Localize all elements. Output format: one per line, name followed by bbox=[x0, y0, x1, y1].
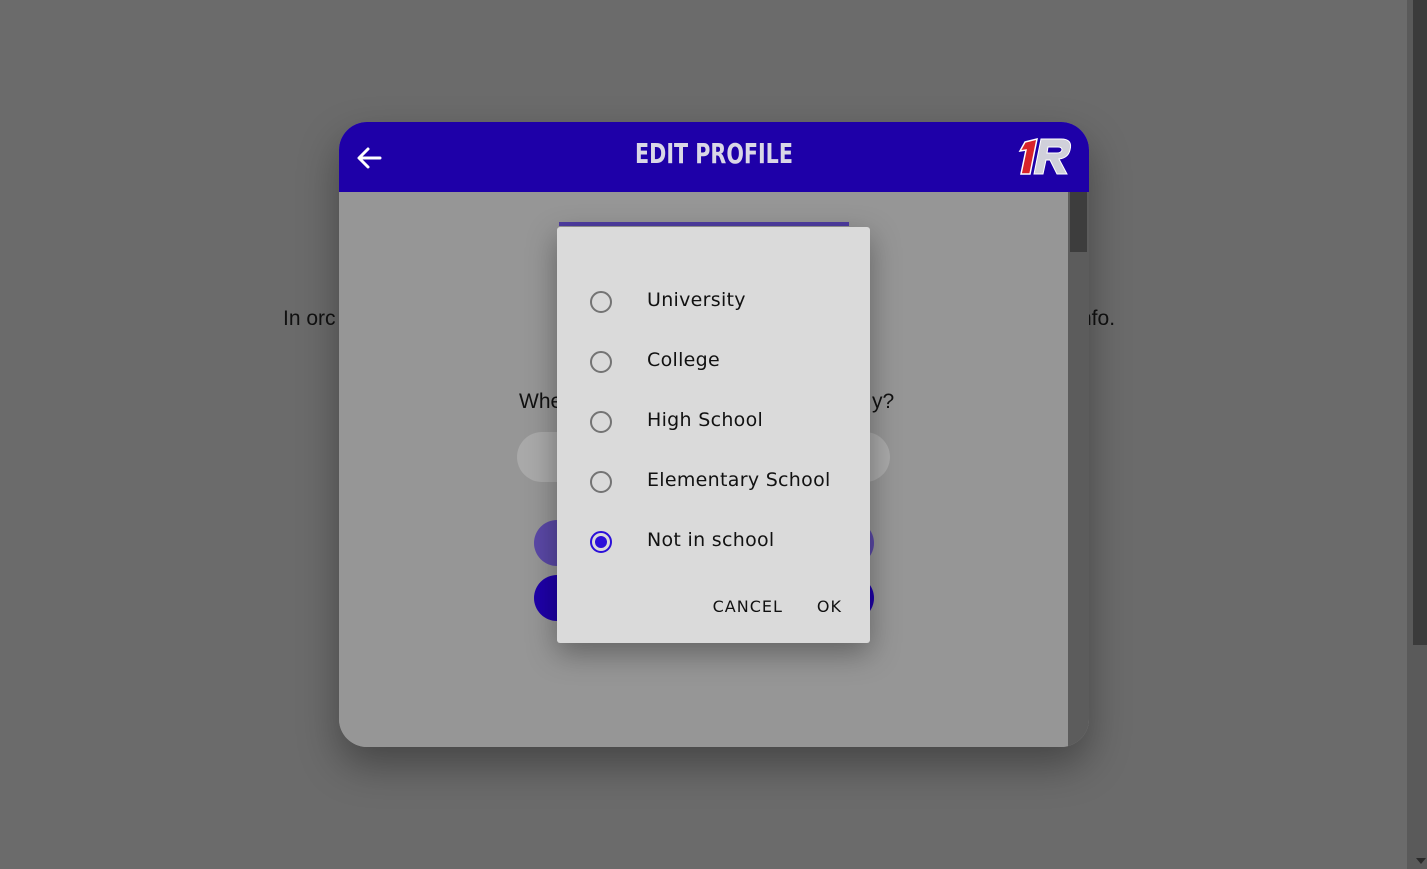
radio-checked-icon[interactable] bbox=[590, 531, 612, 553]
school-level-dialog: University College High School Elementar… bbox=[557, 227, 870, 643]
option-college[interactable]: College bbox=[557, 335, 870, 391]
form-question-text: Whe bbox=[519, 390, 563, 413]
option-university[interactable]: University bbox=[557, 275, 870, 331]
cancel-button[interactable]: CANCEL bbox=[707, 595, 789, 618]
background-intro-text-left: In orc bbox=[283, 307, 336, 330]
dialog-actions: CANCEL OK bbox=[707, 595, 848, 618]
option-label: High School bbox=[647, 409, 764, 431]
radio-unchecked-icon[interactable] bbox=[590, 471, 612, 493]
option-label: Elementary School bbox=[647, 469, 831, 491]
option-high-school[interactable]: High School bbox=[557, 395, 870, 451]
back-button[interactable] bbox=[351, 140, 387, 176]
ok-button[interactable]: OK bbox=[811, 595, 848, 618]
arrow-left-icon bbox=[357, 147, 382, 169]
window-scrollbar-thumb[interactable] bbox=[1413, 0, 1427, 645]
form-question-text-end: y? bbox=[872, 390, 895, 413]
radio-unchecked-icon[interactable] bbox=[590, 291, 612, 313]
option-not-in-school[interactable]: Not in school bbox=[557, 515, 870, 571]
option-label: College bbox=[647, 349, 720, 371]
card-scrollbar-thumb[interactable] bbox=[1070, 192, 1087, 252]
card-scrollbar[interactable] bbox=[1068, 192, 1089, 747]
radio-unchecked-icon[interactable] bbox=[590, 411, 612, 433]
form-heading-underline bbox=[559, 222, 849, 226]
option-elementary-school[interactable]: Elementary School bbox=[557, 455, 870, 511]
scroll-down-arrow-icon[interactable] bbox=[1416, 858, 1426, 864]
window-scrollbar[interactable] bbox=[1407, 0, 1427, 869]
brand-logo bbox=[1017, 136, 1077, 178]
option-label: Not in school bbox=[647, 529, 775, 551]
page-title: EDIT PROFILE bbox=[635, 137, 793, 170]
option-label: University bbox=[647, 289, 746, 311]
radio-unchecked-icon[interactable] bbox=[590, 351, 612, 373]
card-header: EDIT PROFILE bbox=[339, 122, 1089, 192]
